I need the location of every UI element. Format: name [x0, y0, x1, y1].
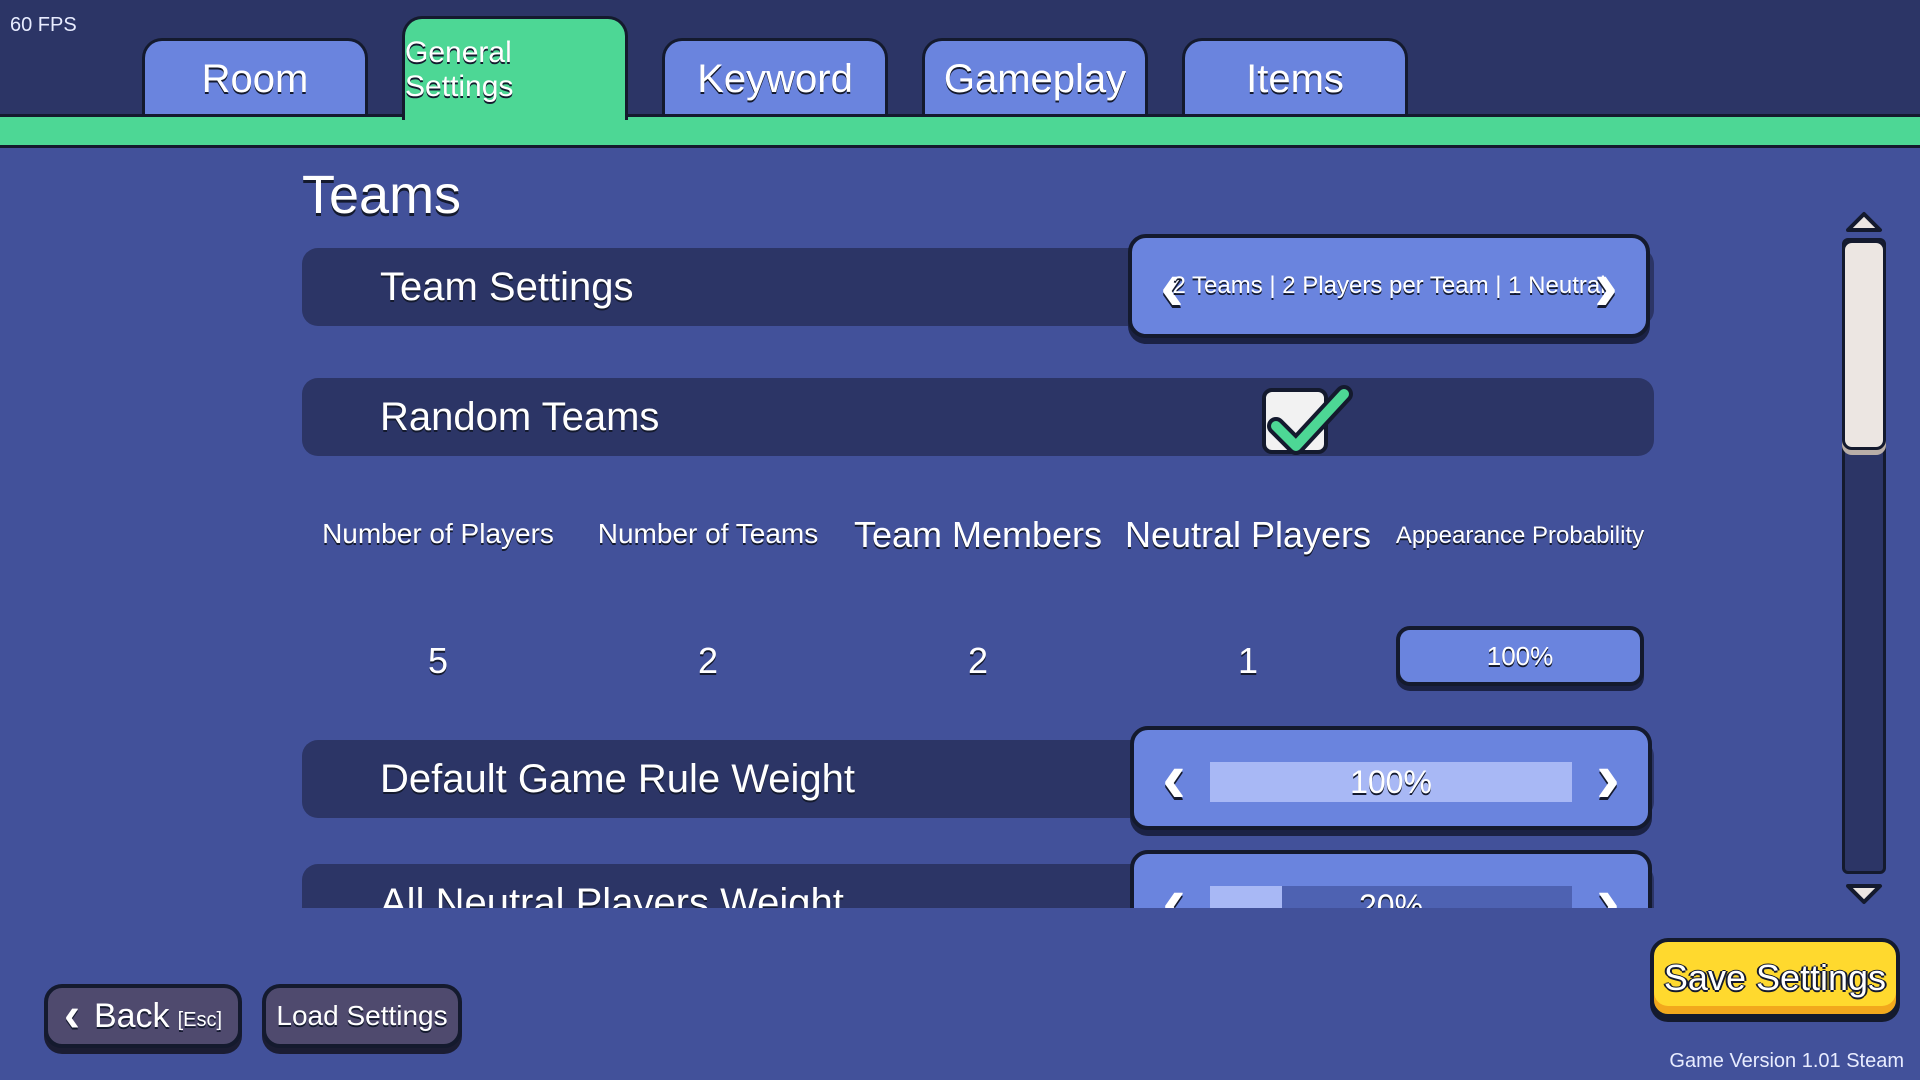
fps-counter: 60 FPS [10, 14, 77, 36]
tab-room[interactable]: Room [142, 38, 368, 118]
value-team-members: 2 [967, 640, 989, 681]
col-neutral-players: Neutral Players [1124, 514, 1372, 555]
section-title: Teams [302, 165, 462, 225]
chevron-right-icon[interactable]: › [1578, 238, 1634, 334]
col-team-members: Team Members [853, 514, 1103, 555]
default-rule-weight-value: 100% [1350, 763, 1432, 800]
chevron-right-icon[interactable]: › [1580, 854, 1636, 908]
team-settings-label: Team Settings [380, 264, 634, 309]
default-rule-weight-selector: ‹ 100% › [1130, 726, 1652, 830]
checkmark-icon [1267, 385, 1353, 455]
back-hint: [Esc] [177, 1008, 223, 1031]
neutral-weight-label: All Neutral Players Weight [380, 880, 844, 909]
tab-gameplay[interactable]: Gameplay [922, 38, 1148, 118]
appearance-probability-button[interactable]: 100% [1396, 626, 1644, 686]
random-teams-row: Random Teams [302, 378, 1654, 456]
chevron-left-icon: ‹ [63, 989, 80, 1042]
value-number-of-players: 5 [427, 640, 449, 681]
team-settings-value: 2 Teams | 2 Players per Team | 1 Neutral [1172, 272, 1606, 299]
default-rule-weight-slider[interactable]: 100% [1210, 762, 1572, 802]
save-settings-button[interactable]: Save Settings [1650, 938, 1900, 1018]
chevron-left-icon[interactable]: ‹ [1146, 730, 1202, 826]
game-version: Game Version 1.01 Steam [1669, 1050, 1904, 1072]
scroll-down-icon[interactable] [1842, 880, 1886, 910]
tab-general-settings[interactable]: General Settings [402, 16, 628, 120]
load-settings-button[interactable]: Load Settings [262, 984, 462, 1048]
chevron-left-icon[interactable]: ‹ [1146, 854, 1202, 908]
neutral-weight-selector: ‹ 20% › [1130, 850, 1652, 908]
chevron-right-icon[interactable]: › [1580, 730, 1636, 826]
value-number-of-teams: 2 [697, 640, 719, 681]
neutral-weight-slider[interactable]: 20% [1210, 886, 1572, 908]
tab-underline [0, 114, 1920, 148]
tab-items[interactable]: Items [1182, 38, 1408, 118]
back-label: Back [93, 996, 170, 1035]
col-number-of-teams: Number of Teams [597, 518, 819, 549]
default-rule-weight-label: Default Game Rule Weight [380, 756, 856, 801]
neutral-weight-value: 20% [1358, 887, 1424, 909]
col-appearance-probability: Appearance Probability [1395, 522, 1645, 549]
random-teams-label: Random Teams [380, 394, 660, 439]
random-teams-checkbox[interactable] [1262, 385, 1353, 455]
tab-keyword[interactable]: Keyword [662, 38, 888, 118]
scroll-up-icon[interactable] [1842, 206, 1886, 236]
team-settings-selector: ‹ 2 Teams | 2 Players per Team | 1 Neutr… [1128, 234, 1650, 338]
settings-panel: Teams Team Settings ‹ 2 Teams | 2 Player… [0, 148, 1860, 908]
value-neutral-players: 1 [1237, 640, 1259, 681]
back-button[interactable]: ‹ Back [Esc] [44, 984, 242, 1048]
scrollbar-thumb[interactable] [1842, 240, 1886, 450]
col-number-of-players: Number of Players [322, 518, 554, 549]
